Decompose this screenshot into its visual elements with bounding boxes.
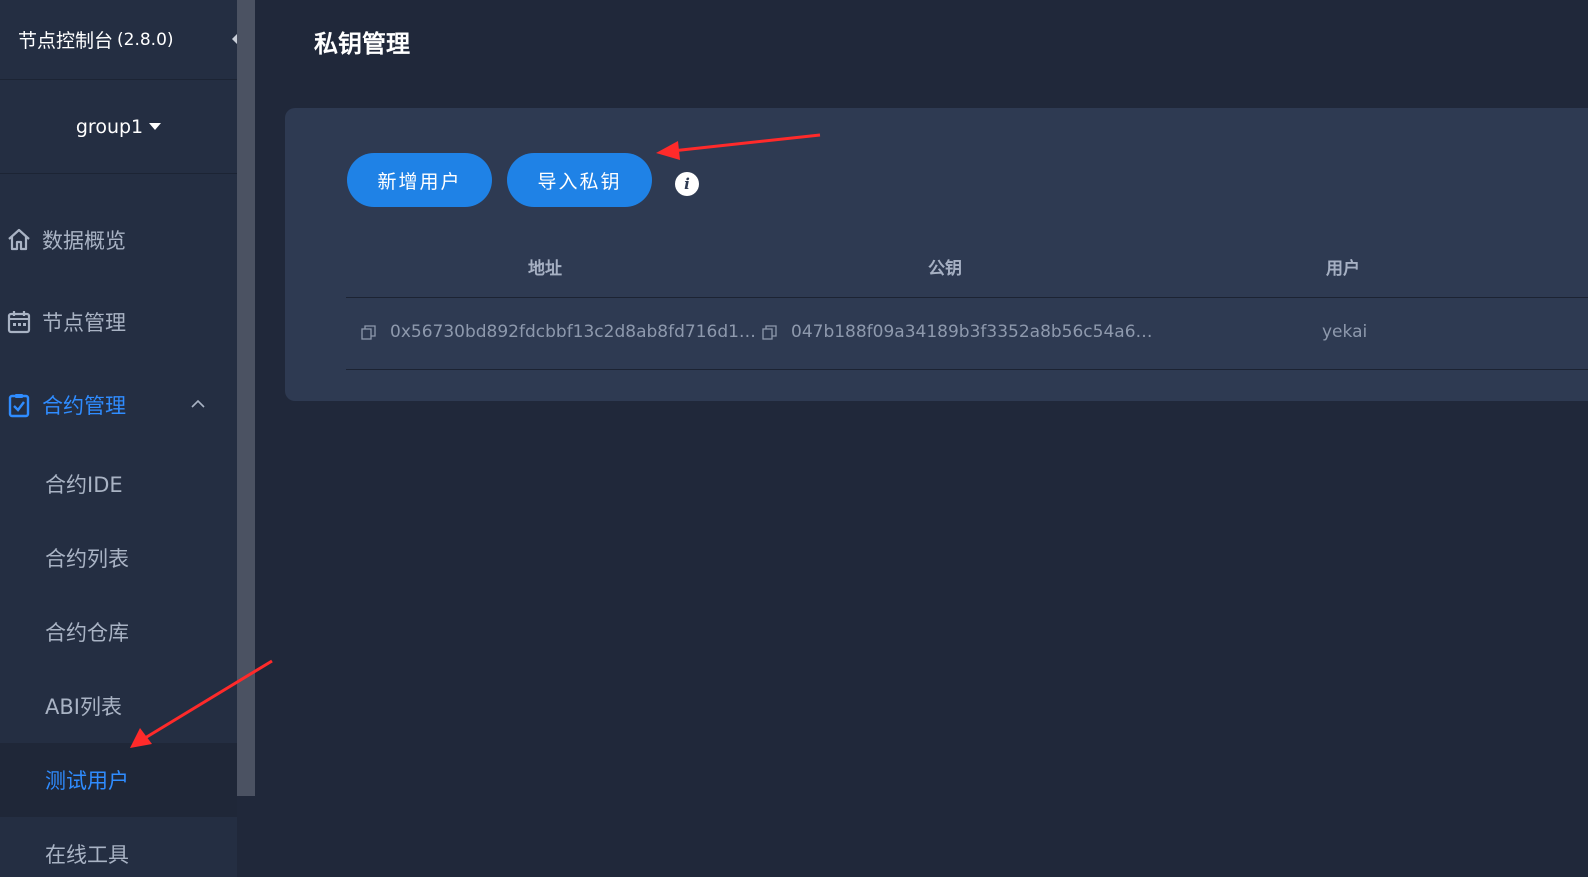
public-key-value: 047b188f09a34189b3f3352a8b56c54a6…	[791, 322, 1153, 342]
table-cell-address: 0x56730bd892fdcbbf13c2d8ab8fd716d1…	[361, 322, 756, 342]
sub-item-contract-list[interactable]: 合约列表	[0, 521, 237, 595]
brand-version: (2.8.0)	[117, 29, 174, 50]
user-value: yekai	[1322, 322, 1368, 342]
nav-item-overview[interactable]: 数据概览	[0, 210, 237, 270]
table-bottom-border	[346, 369, 1588, 370]
nav-item-node-management[interactable]: 节点管理	[0, 292, 237, 352]
column-header-public-key: 公钥	[928, 259, 962, 279]
caret-down-icon	[149, 123, 162, 130]
table-divider	[346, 297, 1588, 298]
table-cell-user: yekai	[1322, 322, 1367, 342]
group-selector[interactable]: group1	[0, 80, 237, 174]
calendar-icon	[7, 311, 31, 334]
add-user-button[interactable]: 新增用户	[347, 153, 492, 207]
sub-item-contract-ide[interactable]: 合约IDE	[0, 447, 237, 521]
home-icon	[8, 228, 30, 251]
address-value: 0x56730bd892fdcbbf13c2d8ab8fd716d1…	[390, 322, 756, 342]
info-icon[interactable]: i	[675, 172, 699, 196]
page-title: 私钥管理	[314, 30, 410, 58]
sidebar-scroll-track	[237, 796, 255, 877]
column-header-user: 用户	[1326, 259, 1360, 279]
copy-icon[interactable]	[361, 324, 376, 340]
sub-item-contract-warehouse-label: 合约仓库	[45, 621, 129, 645]
nav-item-overview-label: 数据概览	[42, 229, 126, 253]
sub-item-abi-list-label: ABI列表	[45, 695, 122, 719]
chevron-up-icon	[191, 399, 205, 408]
sub-item-contract-warehouse[interactable]: 合约仓库	[0, 595, 237, 669]
sub-item-contract-ide-label: 合约IDE	[45, 473, 123, 497]
brand-title: 节点控制台 (2.8.0)	[0, 0, 237, 80]
sub-item-contract-list-label: 合约列表	[45, 547, 129, 571]
nav-item-node-management-label: 节点管理	[42, 311, 126, 335]
nav-item-contract-management[interactable]: 合约管理	[0, 375, 237, 435]
import-private-key-button[interactable]: 导入私钥	[507, 153, 652, 207]
sub-item-online-tools[interactable]: 在线工具	[0, 817, 237, 877]
sidebar-scrollbar[interactable]	[237, 0, 255, 796]
column-header-address: 地址	[528, 259, 562, 279]
sub-item-online-tools-label: 在线工具	[45, 843, 129, 867]
group-selector-value: group1	[75, 115, 144, 138]
sub-item-test-users-label: 测试用户	[45, 769, 129, 793]
brand-name: 节点控制台	[18, 30, 114, 52]
sub-item-abi-list[interactable]: ABI列表	[0, 669, 237, 743]
nav-item-contract-management-label: 合约管理	[42, 394, 126, 418]
copy-icon[interactable]	[762, 324, 777, 340]
table-cell-public-key: 047b188f09a34189b3f3352a8b56c54a6…	[762, 322, 1153, 342]
sidebar: 节点控制台 (2.8.0) group1 数据概览 节点管理 合约管理 合约ID…	[0, 0, 237, 877]
sub-item-test-users[interactable]: 测试用户	[0, 743, 237, 817]
clipboard-icon	[8, 394, 30, 418]
